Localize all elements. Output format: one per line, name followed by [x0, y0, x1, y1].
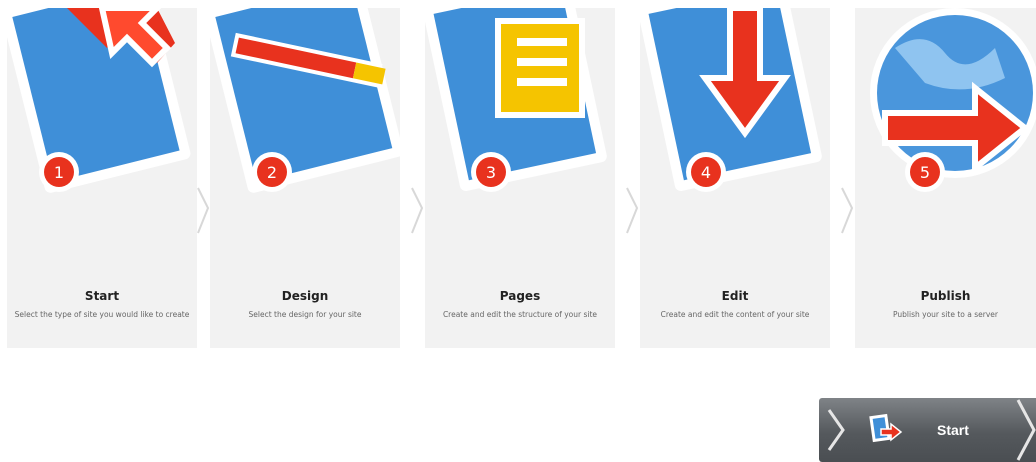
chevron-right-icon — [1016, 399, 1036, 461]
step-publish[interactable]: 5 Publish Publish your site to a server — [855, 8, 1036, 348]
step-number-badge: 1 — [54, 163, 64, 182]
step-description: Select the type of site you would like t… — [14, 310, 190, 319]
steps-wizard: 1 Start Select the type of site you woul… — [0, 8, 1036, 350]
pencil-icon: 2 — [210, 8, 400, 193]
document-arrow-icon — [869, 413, 903, 443]
step-design[interactable]: 2 Design Select the design for your site — [210, 8, 400, 348]
step-title: Start — [84, 289, 120, 303]
svg-text:3: 3 — [486, 163, 496, 182]
step-title: Edit — [721, 289, 749, 303]
start-button-label: Start — [937, 422, 969, 438]
svg-text:1: 1 — [54, 163, 64, 182]
arrow-cursor-icon — [7, 8, 191, 193]
start-button[interactable]: Start — [819, 398, 1036, 462]
step-title: Design — [281, 289, 329, 303]
svg-text:5: 5 — [920, 163, 930, 182]
globe-arrow-icon: 5 — [870, 8, 1036, 192]
step-title: Publish — [920, 289, 971, 303]
step-title: Pages — [499, 289, 541, 303]
step-description: Select the design for your site — [248, 310, 362, 319]
step-description: Create and edit the structure of your si… — [442, 310, 598, 319]
down-arrow-icon: 4 — [640, 8, 822, 192]
step-description: Create and edit the content of your site — [660, 310, 810, 319]
step-description: Publish your site to a server — [893, 310, 998, 319]
step-pages[interactable]: 3 Pages Create and edit the structure of… — [425, 8, 615, 348]
step-edit[interactable]: 4 Edit Create and edit the content of yo… — [640, 8, 830, 348]
svg-text:2: 2 — [267, 163, 277, 182]
pages-icon: 3 — [425, 8, 607, 192]
svg-text:4: 4 — [701, 163, 711, 182]
step-start[interactable]: 1 Start Select the type of site you woul… — [7, 8, 197, 348]
chevron-left-icon — [827, 409, 845, 451]
